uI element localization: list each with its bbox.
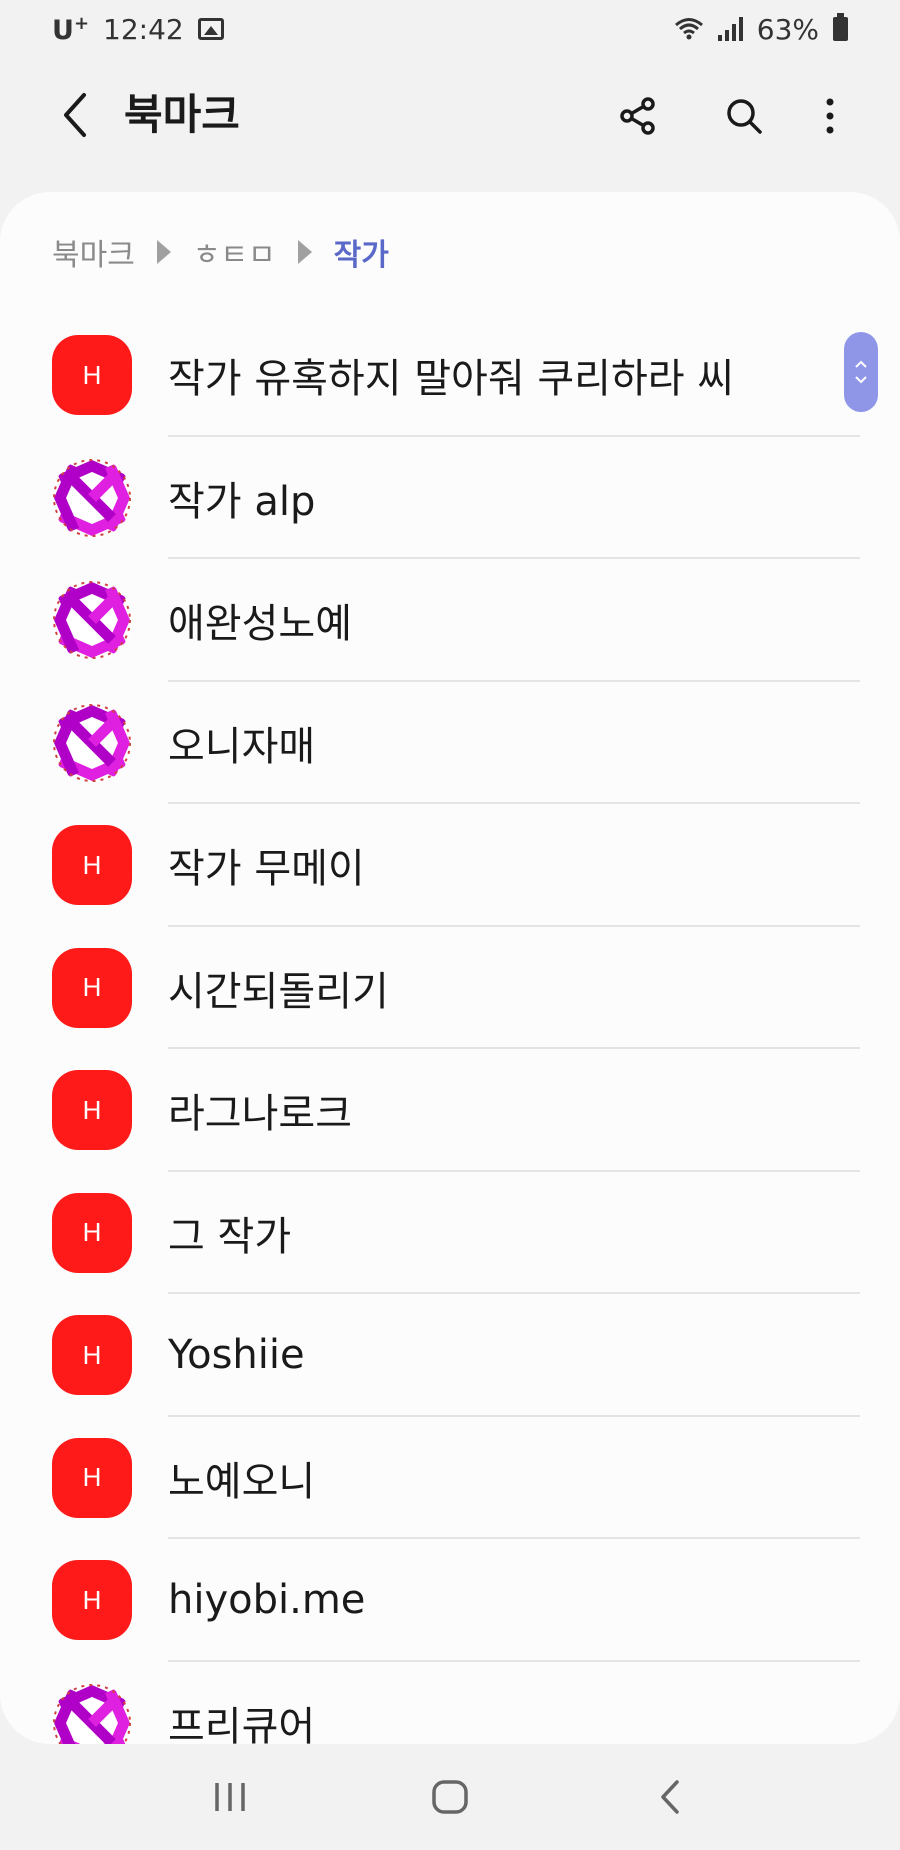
bookmark-row[interactable]: H Yoshiie bbox=[0, 1294, 900, 1417]
back-button[interactable] bbox=[48, 88, 102, 142]
home-button[interactable] bbox=[410, 1757, 490, 1837]
fast-scroll-handle[interactable] bbox=[844, 332, 878, 412]
wifi-icon bbox=[674, 18, 703, 40]
back-icon bbox=[64, 93, 86, 137]
page-title: 북마크 bbox=[124, 90, 240, 139]
app-bar: 북마크 bbox=[0, 70, 900, 160]
bookmark-row[interactable]: H 라그나로크 bbox=[0, 1049, 900, 1172]
favicon-letter: H bbox=[82, 1584, 102, 1615]
h-favicon-icon: H bbox=[52, 1315, 132, 1396]
h-favicon-icon: H bbox=[52, 1560, 132, 1641]
h-favicon-icon: H bbox=[52, 335, 132, 416]
swirl-favicon bbox=[52, 580, 132, 661]
status-bar: U+ 12:42 63% bbox=[0, 0, 900, 58]
bookmark-title: 작가 무메이 bbox=[168, 846, 365, 893]
system-nav-bar bbox=[0, 1744, 900, 1850]
chevron-up-icon bbox=[855, 360, 867, 368]
h-favicon-icon: H bbox=[52, 1437, 132, 1518]
bookmark-title: hiyobi.me bbox=[168, 1577, 366, 1624]
bookmark-title: 작가 alp bbox=[168, 478, 316, 525]
swirl-favicon bbox=[52, 1682, 132, 1744]
bookmark-title: 작가 유혹하지 말아줘 쿠리하라 씨 bbox=[168, 356, 735, 403]
breadcrumb-item-bookmarks[interactable]: 북마크 bbox=[52, 230, 135, 274]
bookmark-row[interactable]: H 그 작가 bbox=[0, 1172, 900, 1294]
breadcrumb-arrow-icon bbox=[297, 240, 312, 264]
bookmark-title: 그 작가 bbox=[168, 1213, 292, 1260]
signal-icon bbox=[717, 17, 743, 41]
h-favicon-icon: H bbox=[52, 825, 132, 906]
breadcrumb-item-folder[interactable]: ㅎㅌㅁ bbox=[193, 230, 276, 274]
favicon-letter: H bbox=[82, 1339, 102, 1370]
swirl-favicon-icon bbox=[53, 458, 131, 537]
search-button[interactable] bbox=[716, 88, 772, 144]
back-icon bbox=[661, 1780, 679, 1814]
home-icon bbox=[432, 1780, 468, 1814]
bookmark-title: 라그나로크 bbox=[168, 1091, 352, 1138]
bookmark-row[interactable]: 작가 alp bbox=[0, 437, 900, 559]
h-favicon-icon: H bbox=[52, 1070, 132, 1151]
bookmark-row[interactable]: 프리큐어 bbox=[0, 1662, 900, 1744]
bookmark-title: 시간되돌리기 bbox=[168, 968, 389, 1015]
bookmark-title: 애완성노예 bbox=[168, 601, 352, 648]
bookmark-card: 북마크 ㅎㅌㅁ 작가 H 작가 유혹하지 말아줘 쿠리하라 씨작가 alp 애완성노… bbox=[0, 192, 900, 1744]
bookmark-title: Yoshiie bbox=[168, 1332, 305, 1379]
favicon-letter: H bbox=[82, 359, 102, 390]
bookmark-row[interactable]: 애완성노예 bbox=[0, 559, 900, 682]
swirl-favicon-icon bbox=[53, 581, 131, 660]
bookmark-list: H 작가 유혹하지 말아줘 쿠리하라 씨작가 alp 애완성노예오니자매 H 작가 무메… bbox=[0, 314, 900, 1744]
status-left: U+ 12:42 bbox=[52, 13, 224, 46]
more-vertical-icon bbox=[826, 98, 834, 134]
bookmark-row[interactable]: H 시간되돌리기 bbox=[0, 927, 900, 1049]
system-back-button[interactable] bbox=[630, 1757, 710, 1837]
h-favicon-icon: H bbox=[52, 1192, 132, 1273]
chevron-down-icon bbox=[855, 376, 867, 384]
bookmark-title: 프리큐어 bbox=[168, 1703, 316, 1744]
more-options-button[interactable] bbox=[802, 88, 858, 144]
recent-apps-button[interactable] bbox=[190, 1757, 270, 1837]
share-button[interactable] bbox=[610, 88, 666, 144]
bookmark-row[interactable]: H 작가 유혹하지 말아줘 쿠리하라 씨 bbox=[0, 314, 900, 437]
swirl-favicon bbox=[52, 457, 132, 538]
favicon-letter: H bbox=[82, 1217, 102, 1248]
favicon-letter: H bbox=[82, 1462, 102, 1493]
battery-icon bbox=[833, 13, 848, 41]
breadcrumb: 북마크 ㅎㅌㅁ 작가 bbox=[52, 228, 389, 276]
favicon-letter: H bbox=[82, 849, 102, 880]
bookmark-row[interactable]: H 작가 무메이 bbox=[0, 804, 900, 927]
bookmark-row[interactable]: 오니자매 bbox=[0, 682, 900, 804]
share-icon bbox=[620, 97, 655, 135]
search-icon bbox=[727, 99, 762, 134]
battery-percent: 63% bbox=[756, 12, 819, 46]
swirl-favicon-icon bbox=[53, 703, 131, 782]
breadcrumb-item-current: 작가 bbox=[333, 238, 389, 273]
carrier-label: U+ bbox=[52, 12, 90, 46]
recent-apps-icon bbox=[215, 1783, 245, 1811]
favicon-letter: H bbox=[82, 1094, 102, 1125]
bookmark-title: 오니자매 bbox=[168, 723, 316, 770]
image-notification-icon bbox=[197, 18, 224, 40]
bookmark-row[interactable]: H 노예오니 bbox=[0, 1417, 900, 1539]
swirl-favicon bbox=[52, 702, 132, 783]
status-right: 63% bbox=[674, 13, 848, 46]
bookmark-row[interactable]: Hhiyobi.me bbox=[0, 1539, 900, 1662]
bookmark-title: 노예오니 bbox=[168, 1458, 316, 1505]
breadcrumb-arrow-icon bbox=[156, 240, 171, 264]
favicon-letter: H bbox=[82, 972, 102, 1003]
h-favicon-icon: H bbox=[52, 947, 132, 1028]
swirl-favicon-icon bbox=[53, 1683, 131, 1744]
status-time: 12:42 bbox=[103, 12, 184, 46]
